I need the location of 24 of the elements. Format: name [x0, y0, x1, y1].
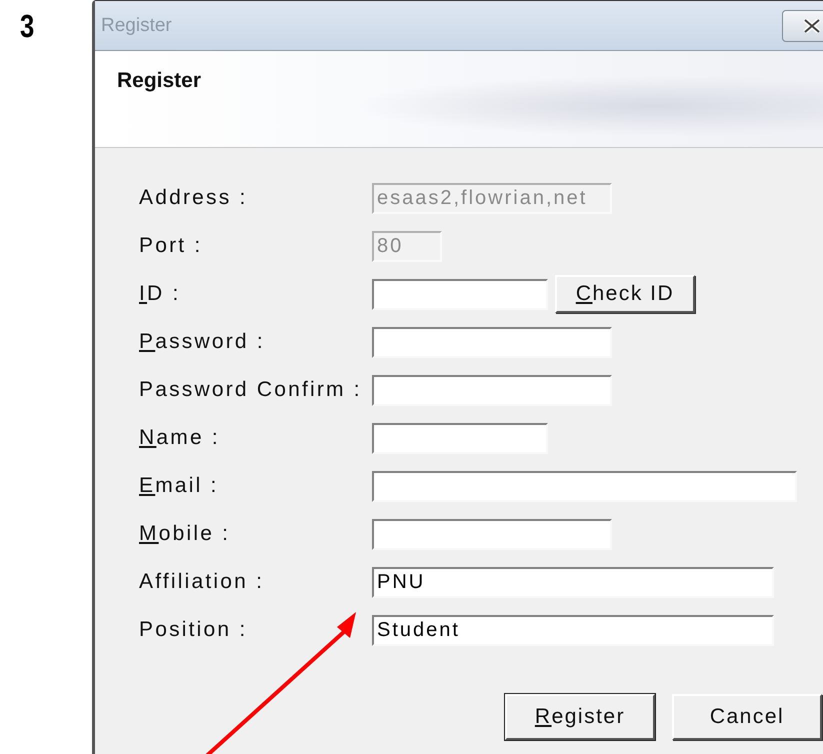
input-field[interactable]: [372, 374, 612, 406]
input-field[interactable]: PNU: [372, 566, 774, 598]
input-field[interactable]: [372, 470, 797, 502]
field-label: Port :: [139, 234, 202, 258]
field-label: Position :: [139, 618, 248, 642]
dialog-button[interactable]: Register: [505, 694, 655, 740]
input-field[interactable]: Student: [372, 614, 774, 646]
field-label: Address :: [139, 186, 248, 210]
dialog-button[interactable]: Cancel: [672, 694, 822, 740]
close-icon: [803, 18, 821, 32]
input-field[interactable]: [372, 518, 612, 550]
field-label: Email :: [139, 474, 219, 498]
window-title: Register: [101, 14, 172, 36]
step-number: 3: [20, 8, 34, 45]
check-id-button[interactable]: Check ID: [555, 275, 695, 313]
field-label: Password :: [139, 330, 265, 354]
input-field[interactable]: [372, 278, 548, 310]
field-label: Name :: [139, 426, 220, 450]
input-field[interactable]: [372, 326, 612, 358]
field-label: Password Confirm :: [139, 378, 362, 402]
dialog-heading: Register: [117, 69, 202, 92]
input-field[interactable]: [372, 422, 548, 454]
field-label: Mobile :: [139, 522, 230, 546]
field-label: Affiliation :: [139, 570, 264, 594]
